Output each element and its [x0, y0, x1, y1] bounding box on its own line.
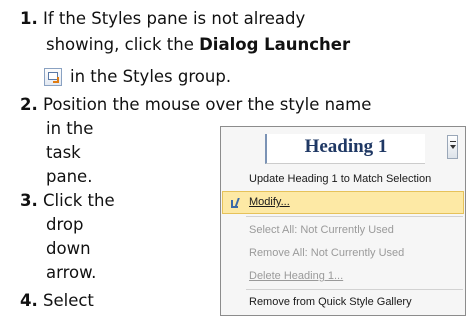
step-1-text-1: If the Styles pane is not already [43, 9, 306, 28]
menu-item-label: Select All: Not Currently Used [249, 224, 394, 236]
step-1-line-3: in the Styles group. [70, 67, 232, 86]
step-2-text-1: Position the mouse over the style name [43, 95, 372, 114]
menu-item-remove-from-gallery[interactable]: Remove from Quick Style Gallery [222, 291, 464, 314]
dropdown-arrow-icon[interactable] [447, 135, 458, 159]
menu-separator [246, 289, 463, 290]
style-name-box[interactable]: Heading 1 [265, 134, 425, 164]
menu-item-remove-all: Remove All: Not Currently Used [222, 242, 464, 265]
step-2-number: 2. [20, 95, 38, 114]
step-2-line-1: 2. Position the mouse over the style nam… [20, 94, 371, 116]
step-3-text-3: down [46, 239, 91, 258]
step-4-text-1: Select [43, 291, 94, 310]
step-4-line-1: 4. Select [20, 290, 94, 312]
step-3-text-4: arrow. [46, 263, 97, 282]
menu-item-select-all: Select All: Not Currently Used [222, 219, 464, 242]
menu-item-delete-heading: Delete Heading 1... [222, 265, 464, 288]
step-1-text-2: showing, click the [46, 35, 200, 54]
step-3-line-1: 3. Click the [20, 190, 115, 212]
menu-item-label: Modify... [249, 196, 290, 208]
style-name: Heading 1 [304, 136, 388, 157]
step-3-number: 3. [20, 191, 38, 210]
menu-item-modify[interactable]: Modify... [222, 191, 464, 214]
menu-separator [246, 216, 463, 217]
menu-item-label: Delete Heading 1... [249, 270, 344, 282]
menu-item-update-heading[interactable]: Update Heading 1 to Match Selection [222, 168, 464, 191]
step-3-text-1: Click the [43, 191, 115, 210]
step-1-number: 1. [20, 9, 38, 28]
step-1-line-2: showing, click the Dialog Launcher [46, 34, 350, 56]
menu-item-label: Remove All: Not Currently Used [249, 247, 405, 259]
menu-item-label: Update Heading 1 to Match Selection [249, 173, 432, 185]
step-1-line-1: 1. If the Styles pane is not already [20, 8, 305, 30]
modify-style-icon [231, 198, 243, 208]
style-context-menu: Heading 1 Update Heading 1 to Match Sele… [220, 126, 466, 316]
menu-item-label: Remove from Quick Style Gallery [249, 296, 412, 308]
dialog-launcher-icon[interactable] [44, 68, 62, 86]
dialog-launcher-label: Dialog Launcher [199, 35, 351, 54]
step-2-text-4: pane. [46, 167, 93, 186]
step-2-text-2: in the [46, 119, 94, 138]
step-4-number: 4. [20, 291, 38, 310]
step-3-text-2: drop [46, 215, 84, 234]
step-2-text-3: task [46, 143, 81, 162]
